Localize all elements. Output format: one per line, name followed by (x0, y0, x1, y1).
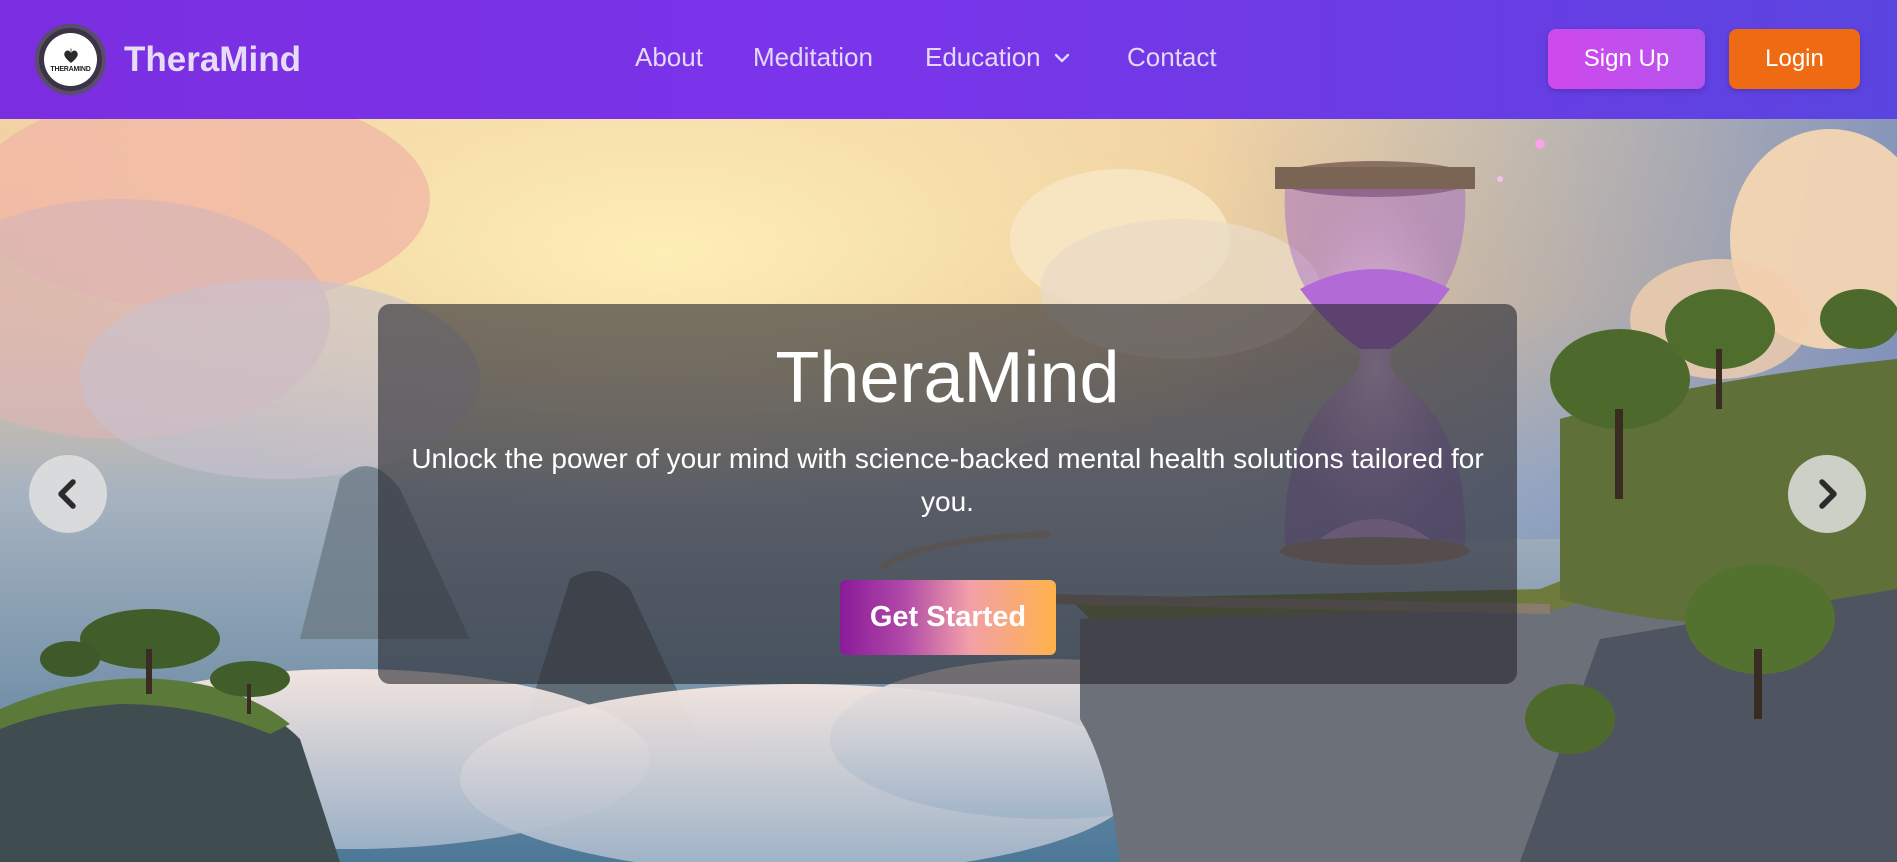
hero-title: TheraMind (775, 338, 1120, 418)
chevron-right-icon (1819, 479, 1837, 509)
carousel-prev-button[interactable] (29, 455, 107, 533)
nav-contact[interactable]: Contact (1127, 42, 1217, 73)
hero-subtitle: Unlock the power of your mind with scien… (411, 443, 1484, 517)
chevron-down-icon (1054, 53, 1069, 62)
sign-up-button[interactable]: Sign Up (1548, 29, 1705, 89)
nav-education-dropdown[interactable]: Education (925, 42, 1073, 73)
hero-card: TheraMind Unlock the power of your mind … (378, 304, 1517, 684)
login-button[interactable]: Login (1729, 29, 1860, 89)
get-started-button[interactable]: Get Started (840, 580, 1056, 655)
nav-education-label: Education (925, 42, 1041, 72)
nav-meditation[interactable]: Meditation (753, 42, 873, 73)
carousel-next-button[interactable] (1788, 455, 1866, 533)
chevron-left-icon (58, 479, 76, 509)
nav-about[interactable]: About (635, 42, 703, 73)
top-navbar: THERAMIND TheraMind About Meditation Edu… (0, 0, 1897, 119)
hero-carousel: TheraMind Unlock the power of your mind … (0, 119, 1897, 862)
